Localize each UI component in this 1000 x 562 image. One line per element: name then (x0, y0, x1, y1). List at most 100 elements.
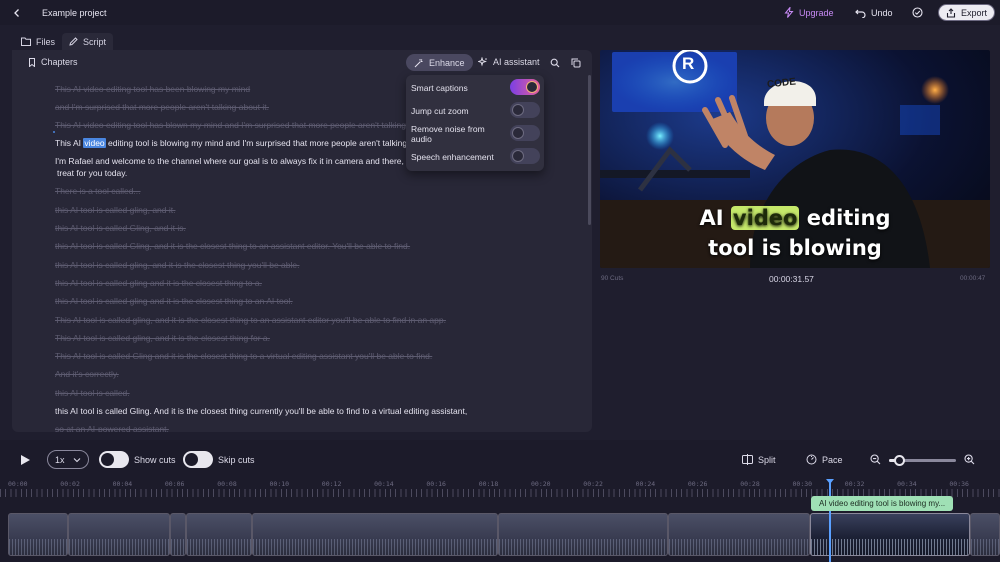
timeline-tick-label: 00:24 (635, 480, 656, 488)
jump-cut-zoom-toggle[interactable] (510, 102, 540, 118)
script-line-cut[interactable]: This AI tool is called Gling and it is t… (55, 351, 432, 361)
script-line-cut[interactable]: This AI video editing tool has blown my … (55, 120, 439, 130)
pace-label: Pace (822, 454, 843, 465)
speed-value: 1x (55, 454, 65, 465)
video-preview[interactable]: CODE R AI video editing tool is blowing (600, 50, 990, 268)
undo-button[interactable]: Undo (855, 0, 893, 25)
script-line[interactable]: treat for you today. (57, 168, 127, 178)
caption-line-1: AI video editing (699, 206, 891, 230)
copy-button[interactable] (571, 58, 581, 68)
script-line-cut[interactable]: this AI tool is called gling and it is t… (55, 296, 293, 306)
script-line-cut[interactable]: and I'm surprised that more people aren'… (55, 102, 269, 112)
script-line-cut[interactable]: And it's correctly. (55, 369, 119, 379)
smart-captions-toggle[interactable] (510, 79, 540, 95)
script-line-cut[interactable]: this AI tool is called Gling, and it is. (55, 223, 186, 233)
caption-highlight-word: video (730, 206, 800, 230)
search-button[interactable] (550, 58, 560, 68)
script-line-cut[interactable]: This AI tool is called gling, and it is … (55, 315, 446, 325)
script-line[interactable]: this AI tool is called Gling. And it is … (55, 406, 467, 416)
enhance-button[interactable]: Enhance (406, 54, 473, 71)
script-line-cut[interactable]: so at an AI-powered assistant. (55, 424, 169, 432)
logo-letter: R (682, 54, 695, 73)
skip-cuts-toggle[interactable] (183, 451, 213, 468)
zoom-slider-handle[interactable] (894, 455, 906, 466)
show-cuts-label: Show cuts (134, 454, 176, 465)
show-cuts-toggle[interactable] (99, 451, 129, 468)
timeline-clip[interactable] (186, 513, 252, 556)
timeline-clip[interactable] (970, 513, 1000, 556)
export-button[interactable]: Export (938, 4, 996, 21)
split-button[interactable]: Split (742, 454, 776, 465)
playhead[interactable] (829, 481, 831, 562)
search-icon (550, 58, 560, 68)
smart-captions-label: Smart captions (411, 83, 468, 93)
script-line-cut[interactable]: There is a tool called... (55, 186, 141, 196)
play-button[interactable] (20, 454, 31, 466)
chevron-down-icon (73, 457, 81, 463)
ai-assistant-label: AI assistant (493, 57, 540, 67)
timeline-clip[interactable] (68, 513, 170, 556)
script-line-cut[interactable]: this AI tool is called Gling, and it is … (55, 241, 410, 251)
tab-script-label: Script (83, 36, 107, 47)
zoom-in-icon (964, 454, 975, 465)
zoom-out-button[interactable] (870, 454, 881, 465)
timeline-tick-label: 00:10 (269, 480, 290, 488)
timeline-tick-label: 00:18 (478, 480, 499, 488)
timeline-clip[interactable] (668, 513, 810, 556)
script-scrollbar[interactable] (588, 75, 591, 225)
chevron-left-icon (12, 8, 22, 18)
ai-assistant-button[interactable]: AI assistant (478, 57, 540, 67)
skip-cuts-label: Skip cuts (218, 454, 255, 465)
project-title: Example project (42, 7, 107, 18)
sparkle-icon (478, 57, 488, 67)
speech-enhancement-label: Speech enhancement (411, 152, 494, 162)
zoom-in-button[interactable] (964, 454, 975, 465)
zoom-slider[interactable] (889, 455, 956, 466)
playback-controls: 1x Show cuts Skip cuts Split Pace (0, 440, 1000, 480)
back-button[interactable] (12, 0, 22, 25)
timeline-clip[interactable] (252, 513, 498, 556)
folder-icon (21, 37, 31, 46)
check-status-button[interactable] (912, 0, 923, 25)
timeline-clip-active[interactable] (810, 513, 970, 556)
pen-icon (69, 37, 78, 46)
script-line[interactable]: This AI video editing tool is blowing my… (55, 138, 440, 148)
selected-word[interactable]: video (83, 138, 106, 148)
timeline-clip[interactable] (170, 513, 186, 556)
caption-tooltip: AI video editing tool is blowing my... (811, 496, 954, 511)
timeline-tick-label: 00:04 (112, 480, 133, 488)
timeline[interactable]: 00:00 00:02 00:04 00:06 00:08 00:10 00:12 00:14… (0, 477, 1000, 562)
script-line-cut[interactable]: this AI tool is called gling, and it is … (55, 260, 300, 270)
timeline-clip[interactable] (8, 513, 68, 556)
bolt-icon (784, 7, 794, 18)
split-label: Split (758, 454, 776, 465)
enhance-menu: Smart captions Jump cut zoom Remove nois… (406, 75, 544, 171)
cuts-count: 90 Cuts (601, 275, 624, 282)
script-line-cut[interactable]: This AI tool is called gling, and it is … (55, 333, 270, 343)
remove-noise-label: Remove noise from audio (411, 124, 485, 144)
chapters-button[interactable]: Chapters (28, 57, 78, 67)
speech-enhancement-toggle[interactable] (510, 148, 540, 164)
script-line-cut[interactable]: This AI video editing tool has been blow… (55, 84, 250, 94)
timeline-tick-label: 00:00 (8, 480, 28, 488)
tab-script[interactable]: Script (62, 33, 114, 50)
timeline-tick-label: 00:06 (164, 480, 185, 488)
bookmark-icon (28, 57, 36, 67)
script-line-cut[interactable]: this AI tool is called gling, and it. (55, 205, 176, 215)
remove-noise-toggle[interactable] (510, 125, 540, 141)
tab-files-label: Files (36, 36, 56, 47)
timeline-tick-label: 00:22 (583, 480, 603, 488)
pace-button[interactable]: Pace (806, 454, 843, 465)
zoom-out-icon (870, 454, 881, 465)
speed-select[interactable]: 1x (47, 450, 89, 469)
chapters-label: Chapters (41, 57, 78, 67)
tab-files[interactable]: Files (14, 33, 62, 50)
script-line-cut[interactable]: this AI tool is called. (55, 388, 130, 398)
timeline-clip[interactable] (498, 513, 668, 556)
timeline-tick-label: 00:36 (949, 480, 969, 488)
upgrade-button[interactable]: Upgrade (784, 0, 834, 25)
timeline-tick-label: 00:30 (792, 480, 813, 488)
export-label: Export (961, 7, 988, 18)
playhead-marker-icon[interactable] (826, 479, 834, 484)
script-line-cut[interactable]: this AI tool is called gling and it is t… (55, 278, 262, 288)
